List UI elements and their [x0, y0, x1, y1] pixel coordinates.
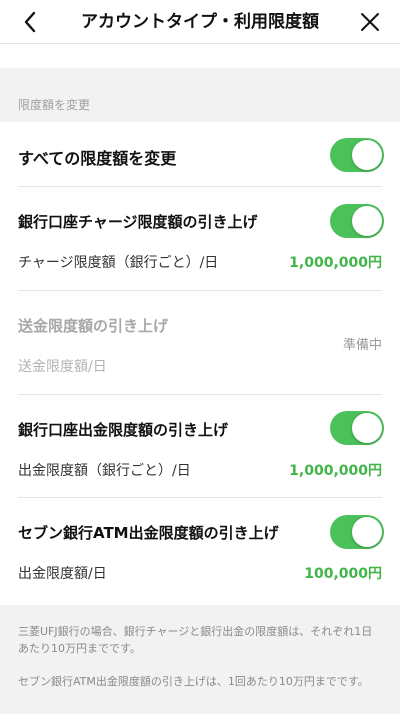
page-title: アカウントタイプ・利用限度額	[81, 12, 319, 32]
transfer-title: 送金限度額の引き上げ	[18, 317, 169, 335]
divider	[18, 290, 382, 291]
limits-card: すべての限度額を変更 銀行口座チャージ限度額の引き上げ チャージ限度額（銀行ごと…	[0, 122, 400, 605]
back-button[interactable]	[16, 8, 44, 36]
bank-withdraw-toggle[interactable]	[330, 411, 384, 445]
toggle-knob	[352, 206, 382, 236]
divider	[18, 497, 382, 498]
toggle-knob	[352, 413, 382, 443]
bank-charge-toggle[interactable]	[330, 204, 384, 238]
seven-atm-amount: 100,000円	[304, 566, 382, 582]
footer-note: セブン銀行ATM出金限度額の引き上げは、1回あたり10万円までです。	[18, 675, 369, 688]
chevron-left-icon	[24, 11, 36, 33]
close-icon	[361, 13, 379, 31]
toggle-knob	[352, 140, 382, 170]
seven-atm-toggle[interactable]	[330, 515, 384, 549]
footer-note: 三菱UFJ銀行の場合、銀行チャージと銀行出金の限度額は、それぞれ1日あたり10万…	[18, 625, 373, 655]
section-label: 限度額を変更	[18, 98, 91, 112]
all-limits-title: すべての限度額を変更	[18, 149, 177, 168]
nav-header: アカウントタイプ・利用限度額	[0, 0, 400, 44]
bank-charge-sub-label: チャージ限度額（銀行ごと）/日	[18, 255, 219, 271]
bank-withdraw-sub-label: 出金限度額（銀行ごと）/日	[18, 463, 191, 479]
bank-charge-title: 銀行口座チャージ限度額の引き上げ	[18, 213, 258, 231]
transfer-sub-label: 送金限度額/日	[18, 359, 107, 375]
close-button[interactable]	[356, 8, 384, 36]
seven-atm-title: セブン銀行ATM出金限度額の引き上げ	[18, 524, 279, 542]
bank-withdraw-title: 銀行口座出金限度額の引き上げ	[18, 421, 229, 439]
divider	[18, 186, 382, 187]
toggle-knob	[352, 517, 382, 547]
transfer-status: 準備中	[342, 338, 382, 353]
top-spacer	[0, 44, 400, 68]
divider	[18, 394, 382, 395]
bank-withdraw-amount: 1,000,000円	[289, 463, 382, 479]
all-limits-toggle[interactable]	[330, 138, 384, 172]
seven-atm-sub-label: 出金限度額/日	[18, 566, 107, 582]
bank-charge-amount: 1,000,000円	[289, 255, 382, 271]
